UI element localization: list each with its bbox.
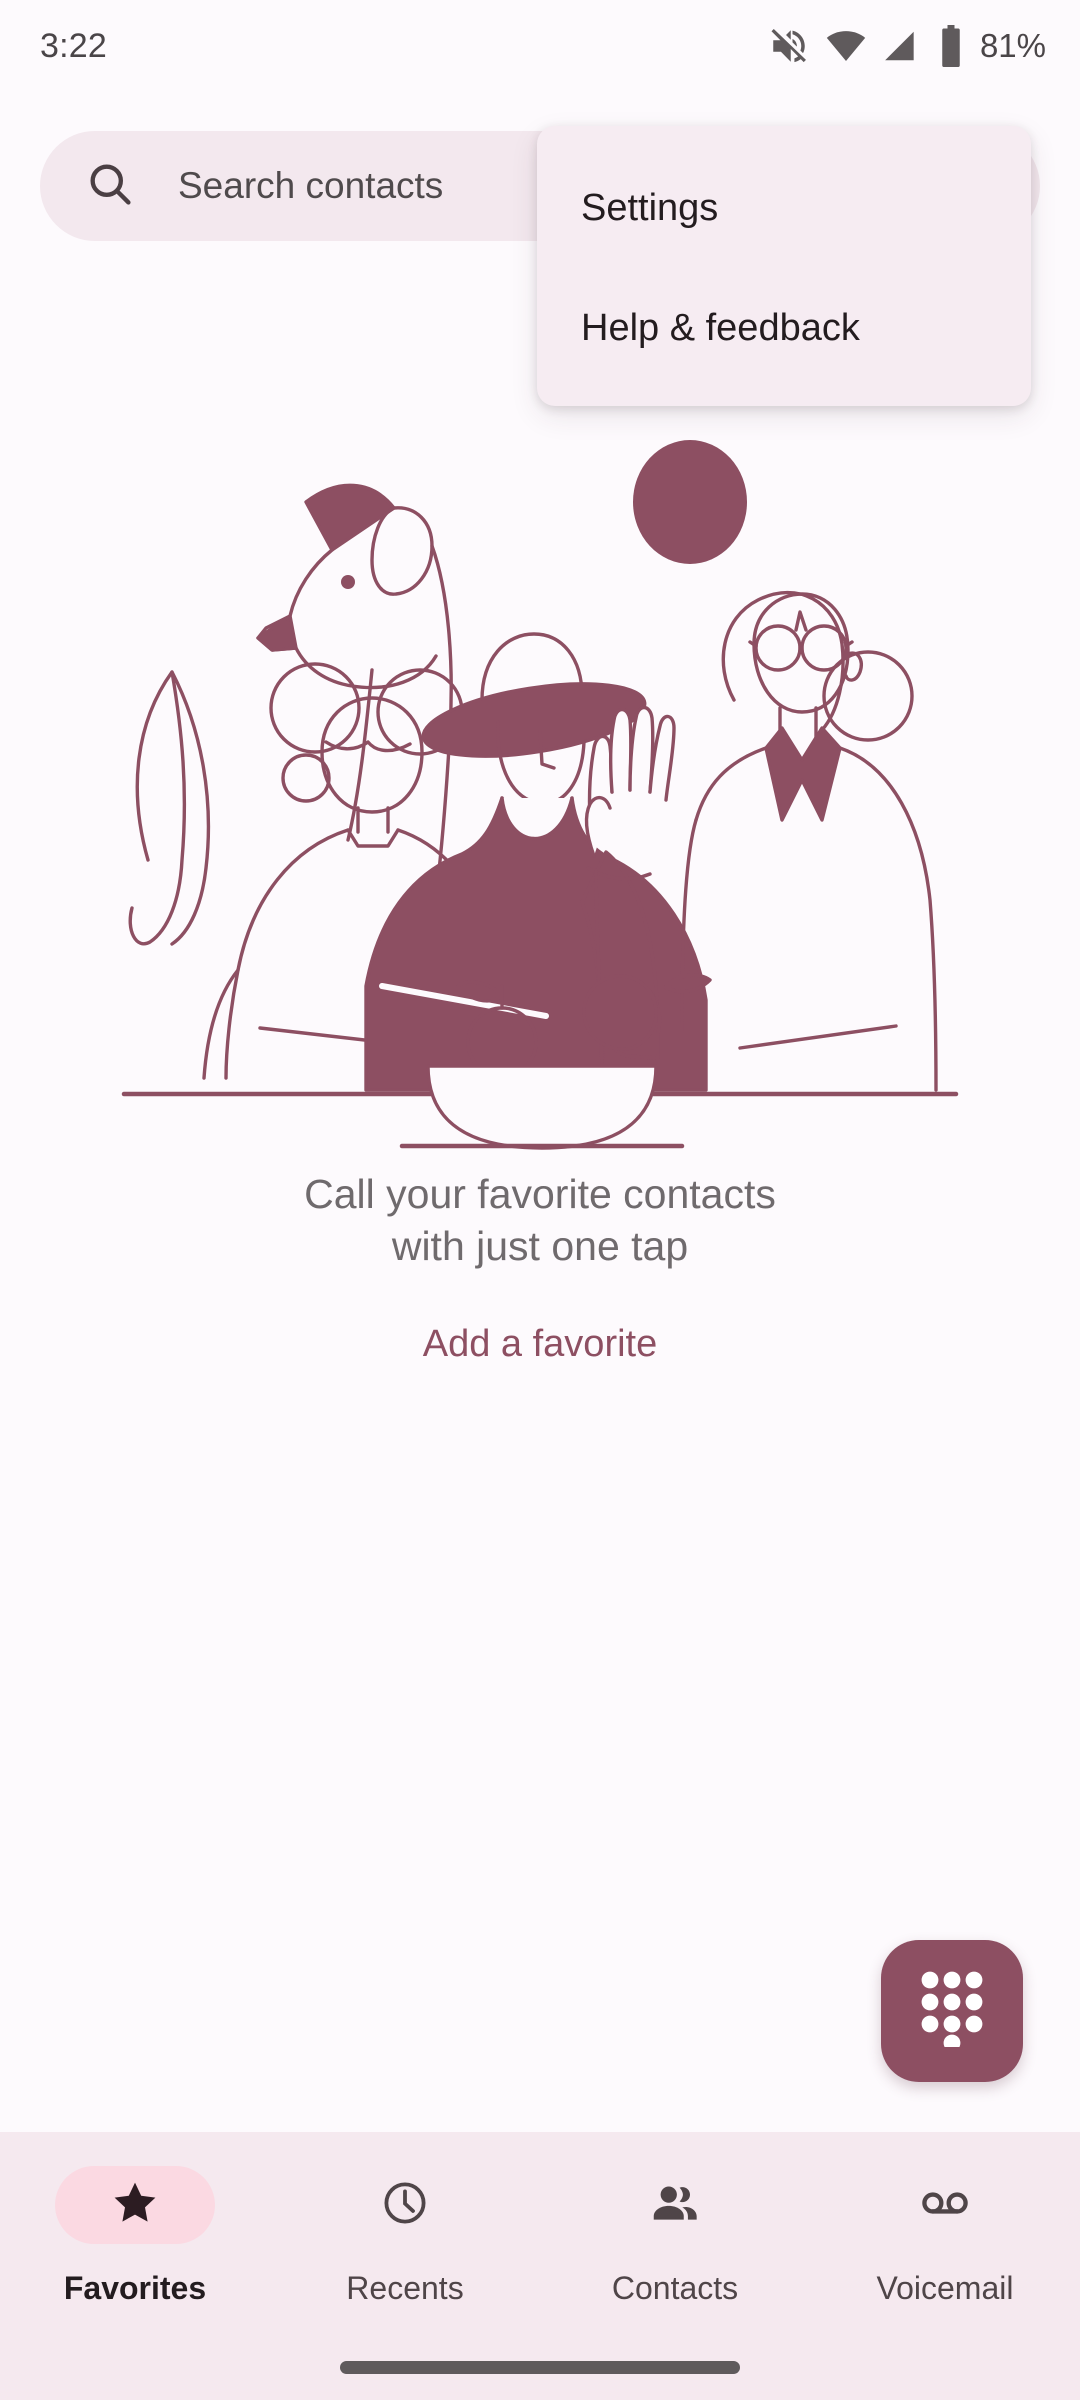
search-icon [84,158,136,215]
family-waving-illustration [121,440,959,1150]
overflow-menu: Settings Help & feedback [537,126,1031,406]
add-a-favorite-button[interactable]: Add a favorite [0,1323,1080,1366]
voicemail-icon [919,2177,971,2234]
search-input[interactable]: Search contacts [178,165,443,207]
nav-tab-contacts[interactable]: Contacts [540,2166,810,2307]
nav-icon-wrapper-contacts [595,2166,755,2244]
nav-icon-wrapper-voicemail [865,2166,1025,2244]
cellular-signal-icon [882,27,920,65]
clock-icon [381,2179,429,2232]
nav-label-recents: Recents [346,2270,464,2306]
volume-mute-icon [768,25,810,67]
wifi-icon [826,26,866,66]
status-bar-clock: 3:22 [40,26,107,65]
battery-percent-label: 81% [979,27,1046,64]
dialpad-fab[interactable] [881,1940,1023,2082]
people-icon [650,2178,700,2233]
home-indicator[interactable] [340,2361,740,2374]
menu-item-help-and-feedback[interactable]: Help & feedback [537,268,1031,388]
menu-item-settings[interactable]: Settings [537,148,1031,268]
empty-state-title: Call your favorite contacts with just on… [0,1168,1080,1273]
status-bar: 3:22 81% [0,0,1080,92]
favorites-empty-state: Call your favorite contacts with just on… [0,430,1080,1366]
status-bar-icons: 81% [768,25,1046,67]
dialpad-icon [921,1971,983,2052]
empty-state-title-line-2: with just one tap [391,1223,689,1270]
nav-tab-favorites[interactable]: Favorites [0,2166,270,2307]
bottom-navigation-bar: Favorites Recents Contacts Voicemail [0,2132,1080,2400]
nav-icon-wrapper-recents [325,2166,485,2244]
nav-label-favorites: Favorites [63,2270,207,2306]
nav-label-voicemail: Voicemail [876,2270,1014,2306]
empty-state-title-line-1: Call your favorite contacts [304,1171,776,1217]
nav-tab-voicemail[interactable]: Voicemail [810,2166,1080,2307]
nav-tab-recents[interactable]: Recents [270,2166,540,2307]
star-icon [111,2179,159,2232]
nav-label-contacts: Contacts [611,2270,739,2306]
battery-icon [936,25,966,67]
nav-active-pill [55,2166,215,2244]
